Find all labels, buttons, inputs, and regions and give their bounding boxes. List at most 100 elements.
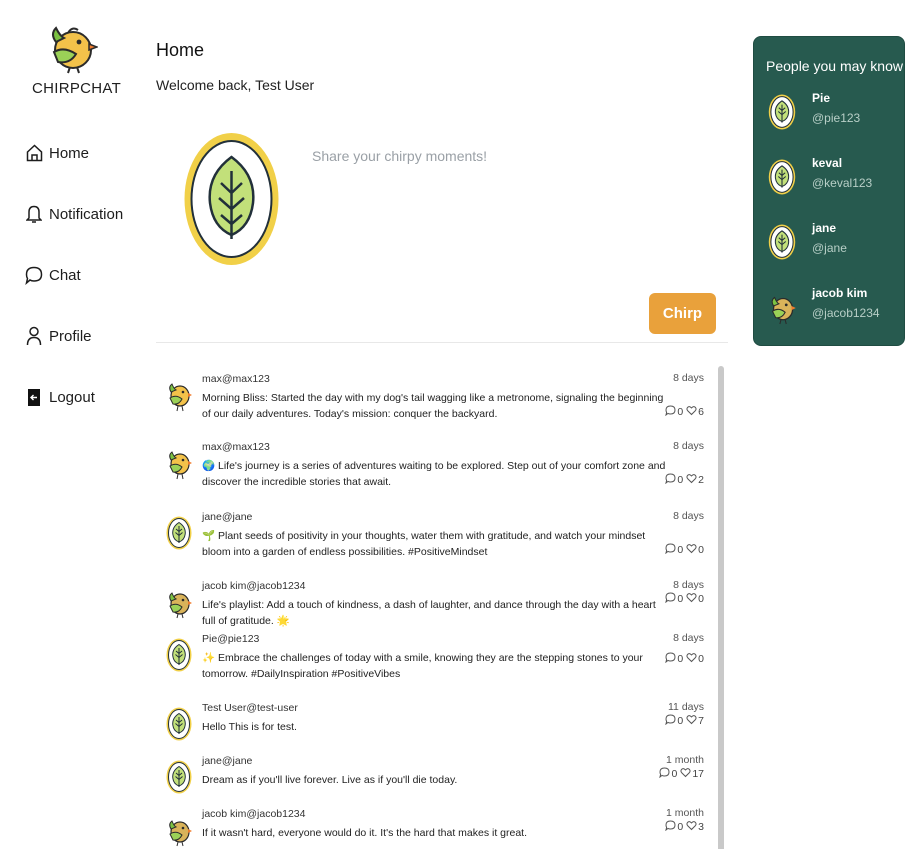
heart-icon[interactable] [680, 767, 691, 781]
avatar[interactable] [166, 707, 192, 747]
post-author-handle: @max123 [221, 373, 270, 385]
post-text: ✨ Embrace the challenges of today with a… [202, 652, 643, 680]
post-author-name: jane [202, 511, 222, 523]
comment-icon[interactable] [665, 473, 676, 487]
post-author-name: Pie [202, 633, 218, 645]
comment-icon[interactable] [665, 652, 676, 666]
post-author[interactable]: jane@jane [202, 510, 672, 524]
post-author[interactable]: max@max123 [202, 372, 672, 386]
person-handle: @keval123 [812, 176, 873, 190]
suggested-person[interactable]: Pie @pie123 [768, 91, 898, 135]
feed-scrollbar[interactable] [718, 366, 724, 849]
chat-icon [25, 265, 43, 285]
avatar [768, 224, 798, 260]
post-text: 🌍 Life's journey is a series of adventur… [202, 460, 666, 488]
post-timestamp: 8 days [673, 372, 704, 384]
comment-count: 0 [677, 593, 684, 605]
post-author[interactable]: jacob kim@jacob1234 [202, 579, 672, 593]
post-author[interactable]: jane@jane [202, 754, 672, 768]
comment-icon[interactable] [659, 767, 670, 781]
post-text: Life's playlist: Add a touch of kindness… [202, 599, 656, 627]
nav-chat[interactable]: Chat [25, 265, 81, 285]
comment-count: 0 [677, 821, 684, 833]
comment-icon[interactable] [665, 820, 676, 834]
post-text: Dream as if you'll live forever. Live as… [202, 774, 458, 786]
brand-name: CHIRPCHAT [32, 80, 122, 97]
avatar[interactable] [166, 378, 192, 418]
like-count: 0 [698, 593, 704, 605]
post-text: Morning Bliss: Started the day with my d… [202, 392, 664, 420]
comment-icon[interactable] [665, 592, 676, 606]
user-icon [25, 326, 43, 346]
like-count: 7 [698, 715, 704, 727]
avatar[interactable] [166, 813, 192, 849]
chirp-button[interactable]: Chirp [649, 293, 716, 334]
like-count: 17 [692, 768, 704, 780]
like-count: 6 [698, 406, 704, 418]
avatar[interactable] [166, 585, 192, 625]
heart-icon[interactable] [686, 543, 697, 557]
page-title: Home [156, 40, 205, 60]
main-column: Home Welcome back, Test User Chirp max@m… [156, 0, 728, 849]
suggested-person[interactable]: jacob kim @jacob1234 [768, 286, 898, 330]
heart-icon[interactable] [686, 405, 697, 419]
chirp-input[interactable] [312, 148, 712, 268]
post-author-name: jacob kim [202, 580, 247, 592]
comment-icon[interactable] [665, 405, 676, 419]
heart-icon[interactable] [686, 473, 697, 487]
nav-notification[interactable]: Notification [25, 204, 123, 224]
post-timestamp: 8 days [673, 440, 704, 452]
avatar[interactable] [166, 760, 192, 800]
post-stats: 02 [665, 473, 704, 487]
composer-avatar [183, 131, 280, 267]
comment-icon[interactable] [665, 714, 676, 728]
nav-logout[interactable]: Logout [25, 387, 95, 407]
post-stats: 0 17 [659, 767, 704, 781]
post-author-handle: @jane [221, 755, 253, 767]
post-author[interactable]: jacob kim@jacob1234 [202, 807, 672, 821]
post-text: If it wasn't hard, everyone would do it.… [202, 827, 528, 839]
like-count: 0 [698, 653, 704, 665]
avatar [768, 289, 798, 325]
heart-icon[interactable] [686, 820, 697, 834]
heart-icon[interactable] [686, 652, 697, 666]
nav-profile[interactable]: Profile [25, 326, 92, 346]
suggested-person[interactable]: jane @jane [768, 221, 898, 265]
logout-icon [25, 387, 43, 407]
post-author[interactable]: Test User@test-user [202, 701, 672, 715]
post-timestamp: 1 month [666, 754, 704, 766]
person-handle: @jacob1234 [812, 306, 880, 320]
post-author-handle: @max123 [221, 441, 270, 453]
post-author[interactable]: max@max123 [202, 440, 672, 454]
avatar[interactable] [166, 446, 192, 486]
comment-count: 0 [671, 768, 678, 780]
comment-count: 0 [677, 544, 684, 556]
post-author-handle: @jacob1234 [246, 580, 306, 592]
post-timestamp: 8 days [673, 632, 704, 644]
nav-label-profile: Profile [49, 327, 92, 345]
heart-icon[interactable] [686, 592, 697, 606]
post-author-name: jacob kim [202, 808, 247, 820]
comment-count: 0 [677, 653, 684, 665]
avatar[interactable] [166, 638, 192, 678]
person-name: jacob kim [812, 286, 868, 300]
people-you-may-know-panel: People you may know Pie @pie123 keval @keva… [753, 36, 905, 346]
comment-icon[interactable] [665, 543, 676, 557]
home-icon [25, 143, 43, 163]
welcome-message: Welcome back, Test User [156, 77, 315, 93]
post-author[interactable]: Pie@pie123 [202, 632, 672, 646]
avatar[interactable] [166, 516, 192, 556]
comment-count: 0 [677, 406, 684, 418]
post-stats: 07 [665, 714, 704, 728]
post-author-handle: @jane [221, 511, 253, 523]
brand-logo[interactable]: CHIRPCHAT [32, 16, 121, 97]
heart-icon[interactable] [686, 714, 697, 728]
post-text: 🌱 Plant seeds of positivity in your thou… [202, 530, 646, 558]
post-author-name: max [202, 373, 222, 385]
suggested-person[interactable]: keval @keval123 [768, 156, 898, 200]
person-name: jane [812, 221, 837, 235]
nav-home[interactable]: Home [25, 143, 89, 163]
avatar [768, 159, 798, 195]
feed[interactable]: max@max123 Morning Bliss: Started the day… [156, 360, 728, 849]
person-handle: @pie123 [812, 111, 861, 125]
